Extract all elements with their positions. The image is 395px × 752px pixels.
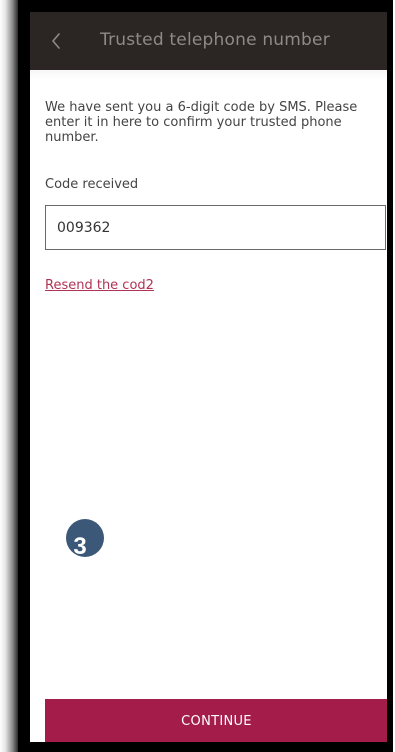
instructions-text: We have sent you a 6-digit code by SMS. … [45, 100, 358, 145]
app-screen: Trusted telephone number We have sent yo… [30, 12, 387, 742]
phone-bezel: Trusted telephone number We have sent yo… [18, 0, 393, 752]
bezel-shadow [0, 0, 18, 752]
step-badge: 3 [66, 519, 104, 560]
step-number: 3 [73, 533, 87, 560]
page-title: Trusted telephone number [100, 30, 330, 50]
resend-code-link[interactable]: Resend the cod2 [45, 278, 154, 293]
code-input[interactable] [45, 205, 386, 250]
header-divider [30, 70, 387, 80]
top-app-bar: Trusted telephone number [30, 12, 387, 70]
chevron-left-icon[interactable] [46, 30, 68, 52]
code-field-label: Code received [45, 177, 139, 192]
continue-button[interactable]: CONTINUE [45, 699, 387, 742]
screenshot-frame: Trusted telephone number We have sent yo… [0, 0, 395, 752]
